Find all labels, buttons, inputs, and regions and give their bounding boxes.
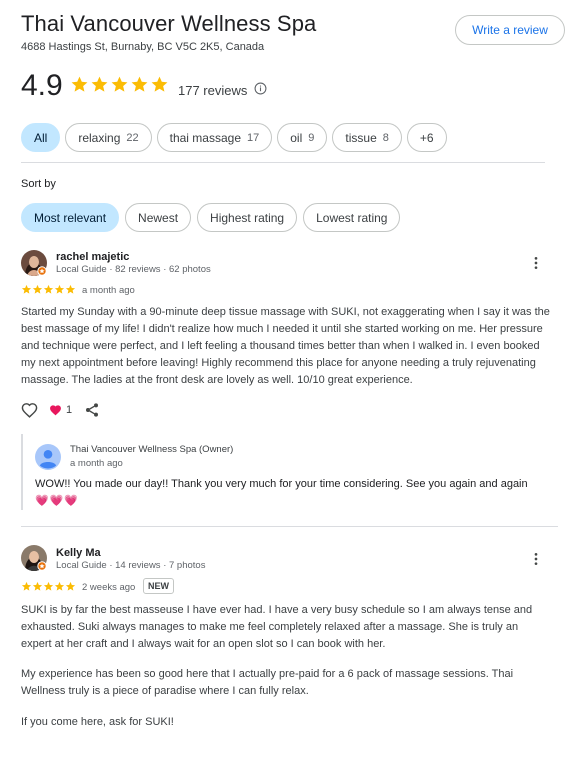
chip-oil[interactable]: oil 9 xyxy=(277,123,328,152)
new-badge: NEW xyxy=(143,578,174,594)
star-icon xyxy=(32,581,43,591)
star-icon xyxy=(131,76,148,92)
business-name: Thai Vancouver Wellness Spa xyxy=(21,11,317,36)
owner-reply-date: a month ago xyxy=(70,458,123,469)
star-icon xyxy=(71,76,88,92)
review-stars xyxy=(21,581,76,592)
review-stars xyxy=(21,284,76,295)
review-date: a month ago xyxy=(82,285,135,296)
business-address: 4688 Hastings St, Burnaby, BC V5C 2K5, C… xyxy=(21,41,265,53)
star-icon xyxy=(43,284,54,294)
average-rating-stars xyxy=(70,75,169,94)
chip-more[interactable]: +6 xyxy=(406,123,447,152)
chip-label: All xyxy=(34,130,48,145)
star-icon xyxy=(32,284,43,294)
star-icon xyxy=(21,284,32,294)
sort-by-label: Sort by xyxy=(21,178,56,190)
star-icon xyxy=(21,581,32,591)
reviewer-meta[interactable]: Local Guide · 14 reviews · 7 photos xyxy=(56,560,205,571)
like-count: 1 xyxy=(66,404,73,416)
chip-count: 9 xyxy=(308,131,315,144)
star-icon xyxy=(54,284,65,294)
star-icon xyxy=(54,581,65,591)
reviewer-name[interactable]: Kelly Ma xyxy=(56,547,101,559)
star-icon xyxy=(43,581,54,591)
share-icon[interactable] xyxy=(84,402,100,418)
owner-reply-text: WOW!! You made our day!! Thank you very … xyxy=(35,476,545,510)
star-icon xyxy=(151,76,168,92)
sort-most-relevant[interactable]: Most relevant xyxy=(21,203,120,232)
review-text: Started my Sunday with a 90-minute deep … xyxy=(21,306,550,386)
like-icon[interactable] xyxy=(21,402,38,419)
sort-options: Most relevant Newest Highest rating Lowe… xyxy=(21,203,401,232)
info-icon[interactable] xyxy=(254,82,267,95)
chip-relaxing[interactable]: relaxing 22 xyxy=(65,123,152,152)
chip-count: 8 xyxy=(382,131,389,144)
chip-all[interactable]: All xyxy=(21,123,61,152)
chip-count: 17 xyxy=(247,131,260,144)
topic-chips: All relaxing 22 thai massage 17 oil 9 ti… xyxy=(21,123,447,152)
reviewer-name[interactable]: rachel majetic xyxy=(56,251,129,263)
review-paragraph: If you come here, ask for SUKI! xyxy=(21,716,174,728)
sort-lowest-rating[interactable]: Lowest rating xyxy=(303,203,401,232)
sort-newest[interactable]: Newest xyxy=(125,203,192,232)
owner-name: Thai Vancouver Wellness Spa (Owner) xyxy=(70,444,234,455)
write-review-button[interactable]: Write a review xyxy=(455,15,565,45)
more-options-icon[interactable] xyxy=(528,255,544,271)
chip-thai-massage[interactable]: thai massage 17 xyxy=(156,123,273,152)
review-date: 2 weeks ago xyxy=(82,582,136,593)
chip-label: thai massage xyxy=(169,130,241,145)
reaction-heart-icon[interactable] xyxy=(49,404,62,417)
owner-reply-body: WOW!! You made our day!! Thank you very … xyxy=(35,478,528,490)
chip-label: oil xyxy=(290,130,303,145)
average-rating: 4.9 xyxy=(21,69,63,102)
chip-count: 22 xyxy=(126,131,139,144)
review-paragraph: SUKI is by far the best masseuse I have … xyxy=(21,604,533,650)
star-icon xyxy=(111,76,128,92)
reply-indent-bar xyxy=(21,434,23,510)
star-icon xyxy=(65,284,76,294)
owner-reply-emoji: 💗💗💗 xyxy=(35,495,80,507)
avatar[interactable] xyxy=(21,250,47,276)
reviewer-meta[interactable]: Local Guide · 82 reviews · 62 photos xyxy=(56,264,211,275)
more-options-icon[interactable] xyxy=(528,551,544,567)
review-paragraph: My experience has been so good here that… xyxy=(21,668,514,697)
chip-label: +6 xyxy=(419,130,434,145)
review-count[interactable]: 177 reviews xyxy=(178,83,247,98)
owner-avatar-icon xyxy=(35,444,61,470)
divider xyxy=(21,526,558,527)
chip-label: relaxing xyxy=(78,130,121,145)
star-icon xyxy=(65,581,76,591)
divider xyxy=(21,162,545,163)
chip-tissue[interactable]: tissue 8 xyxy=(332,123,402,152)
star-icon xyxy=(91,76,108,92)
chip-label: tissue xyxy=(345,130,377,145)
avatar[interactable] xyxy=(21,545,47,571)
sort-highest-rating[interactable]: Highest rating xyxy=(197,203,298,232)
